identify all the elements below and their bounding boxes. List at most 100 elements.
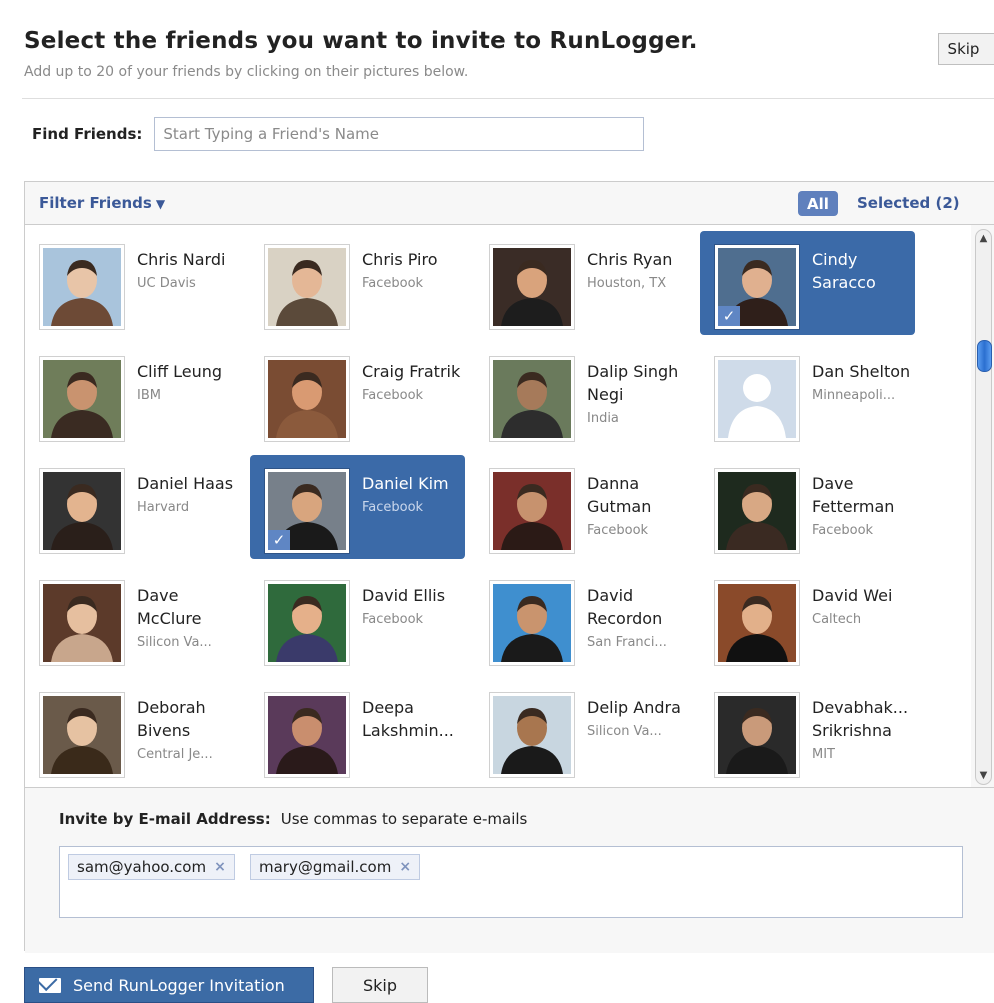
skip-button-bottom[interactable]: Skip	[332, 967, 428, 1003]
friend-card[interactable]: David Recordon San Franci...	[475, 567, 690, 671]
friend-card[interactable]: Dave Fetterman Facebook	[700, 455, 915, 559]
friend-name: Daniel Kim	[362, 474, 449, 493]
friend-card[interactable]: Delip Andra Silicon Va...	[475, 679, 690, 783]
friend-card[interactable]: Cliff Leung IBM	[25, 343, 240, 447]
friend-card[interactable]: ✓ Cindy Saracco	[700, 231, 915, 335]
friend-photo[interactable]	[489, 580, 575, 666]
friend-name-block: Daniel Kim Facebook	[362, 472, 462, 519]
friend-name-block: Cindy Saracco	[812, 248, 912, 294]
scroll-down-arrow-icon[interactable]: ▼	[976, 770, 991, 781]
friend-name-block: Daniel Haas Harvard	[137, 472, 237, 519]
friend-card[interactable]: Deepa Lakshmin...	[250, 679, 465, 783]
friend-photo[interactable]	[39, 692, 125, 778]
friend-network: Silicon Va...	[137, 635, 212, 650]
send-invitation-button[interactable]: Send RunLogger Invitation	[24, 967, 314, 1003]
close-icon[interactable]: ×	[214, 859, 226, 875]
friend-network: Caltech	[812, 612, 862, 627]
friend-photo[interactable]	[264, 356, 350, 442]
friend-photo[interactable]	[39, 580, 125, 666]
email-token[interactable]: mary@gmail.com ×	[250, 854, 421, 880]
friend-card[interactable]: Chris Nardi UC Davis	[25, 231, 240, 335]
close-icon[interactable]: ×	[399, 859, 411, 875]
checkmark-icon: ✓	[718, 306, 740, 326]
caret-down-icon: ▼	[155, 197, 166, 211]
friend-card[interactable]: ✓ Daniel Kim Facebook	[250, 455, 465, 559]
friend-name-block: Danna Gutman Facebook	[587, 472, 687, 542]
friend-name: Devabhak... Srikrishna	[812, 698, 909, 740]
friend-card[interactable]: Deborah Bivens Central Je...	[25, 679, 240, 783]
filter-all-button[interactable]: All	[798, 191, 838, 216]
filter-friends-dropdown[interactable]: Filter Friends ▼	[39, 194, 165, 212]
friend-photo[interactable]	[489, 692, 575, 778]
friend-network: Central Je...	[137, 747, 213, 762]
friend-name: Deborah Bivens	[137, 698, 206, 740]
email-token-text: sam@yahoo.com	[77, 858, 207, 876]
friend-photo[interactable]	[714, 356, 800, 442]
filter-selected-link[interactable]: Selected (2)	[857, 194, 960, 212]
profile-photo	[43, 248, 121, 326]
friend-name: Delip Andra	[587, 698, 681, 717]
find-friends-input[interactable]	[154, 117, 645, 151]
divider	[22, 98, 994, 99]
profile-photo	[43, 472, 121, 550]
friend-photo[interactable]	[714, 692, 800, 778]
friend-photo[interactable]: ✓	[714, 244, 800, 330]
friend-photo[interactable]	[39, 468, 125, 554]
friend-name: David Recordon	[587, 586, 663, 628]
friend-network: Facebook	[362, 276, 424, 291]
friend-photo[interactable]	[714, 580, 800, 666]
friend-network: Silicon Va...	[587, 724, 662, 739]
friend-card[interactable]: Dan Shelton Minneapoli...	[700, 343, 915, 447]
friend-grid: Chris Nardi UC Davis Chris Piro Facebook Chr…	[25, 225, 971, 787]
friend-photo[interactable]	[714, 468, 800, 554]
friend-card[interactable]: Daniel Haas Harvard	[25, 455, 240, 559]
profile-photo	[268, 696, 346, 774]
find-friends-label: Find Friends:	[32, 125, 143, 143]
friend-card[interactable]: Dalip Singh Negi India	[475, 343, 690, 447]
skip-button-top[interactable]: Skip	[938, 33, 994, 65]
friend-card[interactable]: Craig Fratrik Facebook	[250, 343, 465, 447]
friend-grid-scrollbar[interactable]: ▲ ▼	[975, 229, 992, 785]
friend-photo[interactable]	[264, 244, 350, 330]
friend-network: MIT	[812, 747, 835, 762]
friend-name-block: Chris Ryan Houston, TX	[587, 248, 687, 295]
friend-photo[interactable]	[489, 244, 575, 330]
friend-photo[interactable]	[39, 356, 125, 442]
email-invite-hint: Use commas to separate e-mails	[280, 810, 528, 828]
scrollbar-thumb[interactable]	[977, 340, 992, 372]
friend-name: David Ellis	[362, 586, 446, 605]
friend-network: UC Davis	[137, 276, 196, 291]
profile-photo	[268, 248, 346, 326]
friend-name: Deepa Lakshmin...	[362, 698, 454, 740]
friend-photo[interactable]	[489, 356, 575, 442]
friend-name-block: Chris Piro Facebook	[362, 248, 462, 295]
profile-photo	[493, 472, 571, 550]
friend-card[interactable]: David Ellis Facebook	[250, 567, 465, 671]
friend-card[interactable]: Chris Piro Facebook	[250, 231, 465, 335]
friend-name: Dalip Singh Negi	[587, 362, 679, 404]
friend-name: Cliff Leung	[137, 362, 223, 381]
filter-friends-label: Filter Friends	[39, 194, 152, 212]
friend-card[interactable]: Danna Gutman Facebook	[475, 455, 690, 559]
friend-card[interactable]: David Wei Caltech	[700, 567, 915, 671]
email-invite-section: Invite by E-mail Address: Use commas to s…	[25, 787, 994, 953]
friend-card[interactable]: Chris Ryan Houston, TX	[475, 231, 690, 335]
email-input-box[interactable]: sam@yahoo.com × mary@gmail.com ×	[59, 846, 963, 918]
friend-network: Facebook	[587, 523, 649, 538]
friend-photo[interactable]: ✓	[264, 468, 350, 554]
friend-network: IBM	[137, 388, 161, 403]
profile-photo	[718, 584, 796, 662]
friend-name: Chris Ryan	[587, 250, 673, 269]
friend-card[interactable]: Dave McClure Silicon Va...	[25, 567, 240, 671]
friend-photo[interactable]	[489, 468, 575, 554]
email-token[interactable]: sam@yahoo.com ×	[68, 854, 235, 880]
profile-photo	[43, 360, 121, 438]
friend-photo[interactable]	[264, 580, 350, 666]
scroll-up-arrow-icon[interactable]: ▲	[976, 233, 991, 244]
profile-photo	[493, 248, 571, 326]
friend-photo[interactable]	[39, 244, 125, 330]
friend-network: Facebook	[362, 500, 424, 515]
profile-photo	[268, 584, 346, 662]
friend-card[interactable]: Devabhak... Srikrishna MIT	[700, 679, 915, 783]
friend-photo[interactable]	[264, 692, 350, 778]
